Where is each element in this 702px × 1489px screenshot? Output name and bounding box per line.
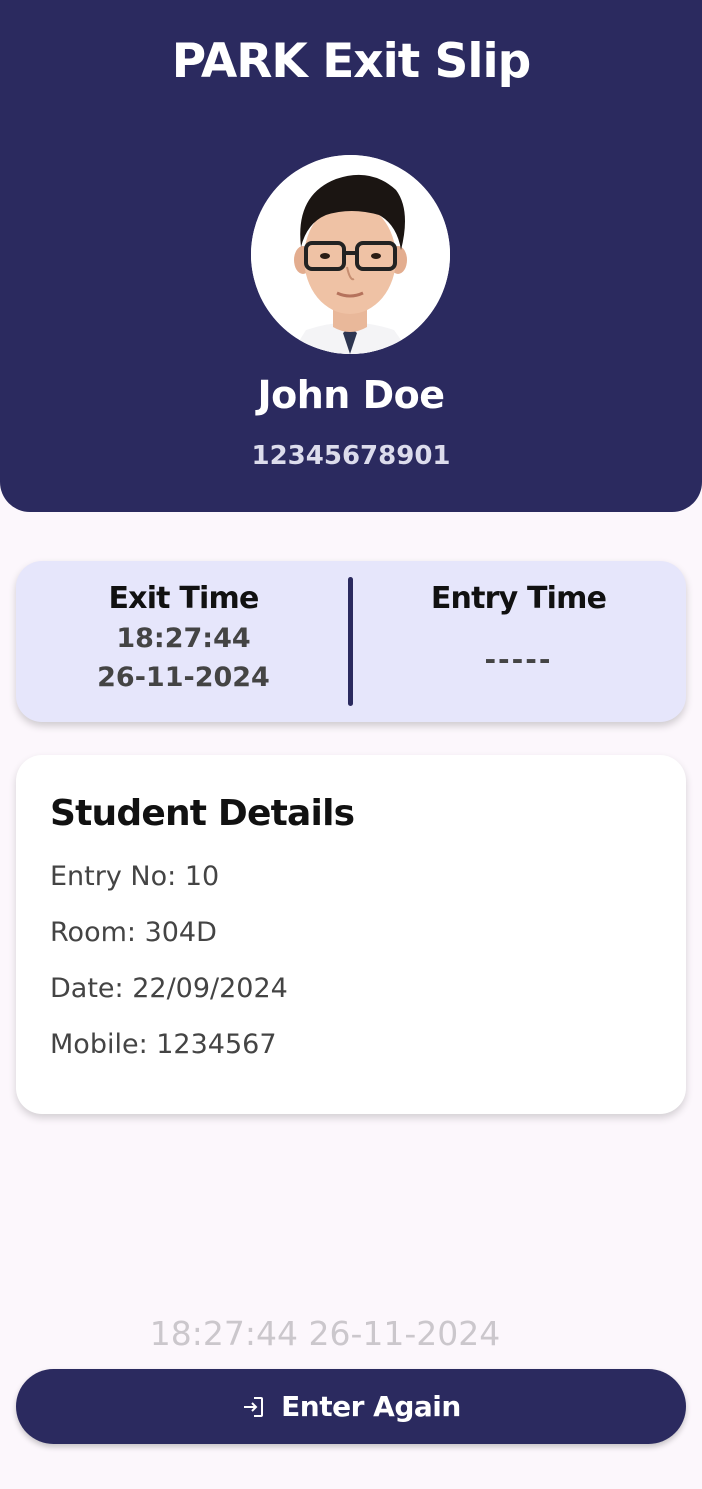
- student-name: John Doe: [257, 373, 445, 417]
- header: PARK Exit Slip John Doe 12345678901: [0, 0, 702, 512]
- enter-again-button[interactable]: Enter Again: [16, 1369, 686, 1444]
- page-title: PARK Exit Slip: [171, 34, 532, 89]
- avatar-photo: [251, 155, 450, 354]
- student-details-card: Student Details Entry No: 10 Room: 304D …: [16, 755, 686, 1114]
- exit-time-label: Exit Time: [108, 581, 259, 616]
- exit-date-value: 26-11-2024: [97, 662, 270, 693]
- room-row: Room: 304D: [50, 917, 217, 948]
- details-title: Student Details: [50, 793, 355, 834]
- current-timestamp: 18:27:44 26-11-2024: [149, 1314, 501, 1353]
- entry-time-label: Entry Time: [430, 581, 607, 616]
- login-icon: [241, 1395, 265, 1419]
- exit-slip-screen: PARK Exit Slip John Doe 12345678901 Exit…: [0, 0, 702, 1489]
- entry-no-row: Entry No: 10: [50, 861, 220, 892]
- mobile-row: Mobile: 1234567: [50, 1029, 277, 1060]
- exit-time-section: Exit Time 18:27:44 26-11-2024: [16, 579, 351, 697]
- avatar: [251, 155, 450, 354]
- exit-time-value: 18:27:44: [116, 623, 251, 654]
- time-card: Exit Time 18:27:44 26-11-2024 Entry Time…: [16, 561, 686, 722]
- enter-again-label: Enter Again: [281, 1390, 461, 1423]
- entry-time-section: Entry Time -----: [351, 579, 686, 676]
- date-row: Date: 22/09/2024: [50, 973, 288, 1004]
- student-id: 12345678901: [251, 441, 451, 471]
- entry-time-value: -----: [484, 643, 553, 676]
